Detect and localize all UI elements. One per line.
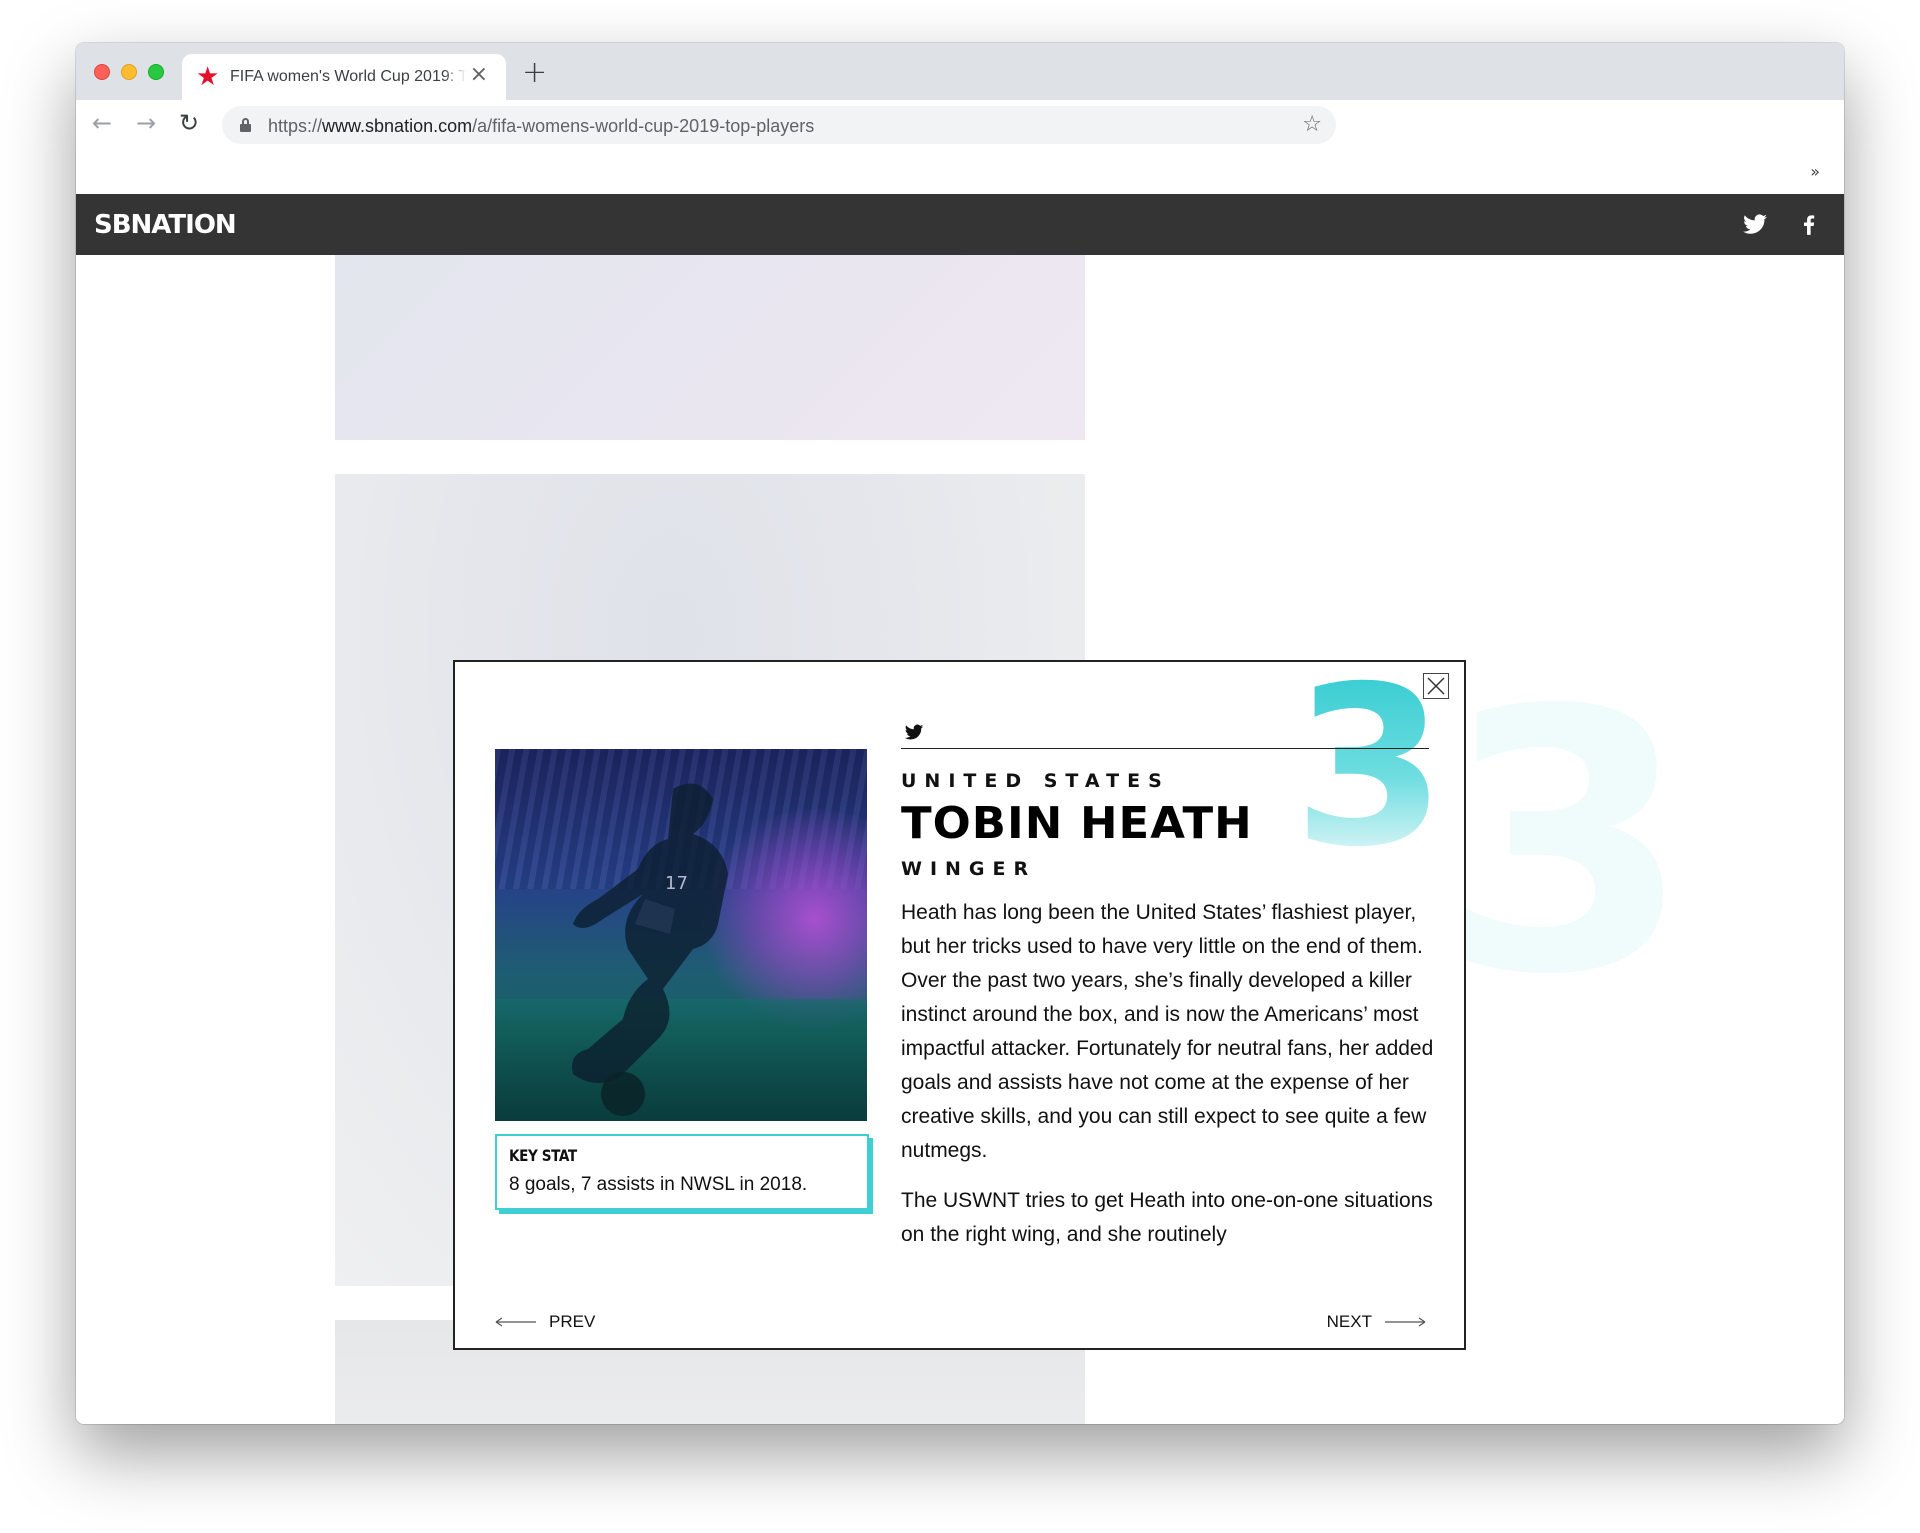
key-stat-box: KEY STAT 8 goals, 7 assists in NWSL in 2…: [495, 1134, 869, 1210]
twitter-share-icon[interactable]: [903, 722, 925, 742]
prev-button[interactable]: PREV: [495, 1310, 595, 1334]
url-path: /a/fifa-womens-world-cup-2019-top-player…: [472, 116, 815, 136]
close-window-button[interactable]: [94, 64, 110, 80]
browser-window: ★ FIFA women's World Cup 2019: The top 2…: [76, 43, 1844, 1424]
next-label: NEXT: [1326, 1312, 1372, 1331]
new-tab-button[interactable]: +: [522, 58, 547, 88]
player-photo: 17: [495, 749, 867, 1121]
zoom-window-button[interactable]: [148, 64, 164, 80]
key-stat-label: KEY STAT: [509, 1146, 577, 1165]
background-player-image: [335, 255, 1085, 440]
lock-icon: [240, 118, 251, 132]
divider: [901, 748, 1429, 749]
player-name: TOBIN HEATH: [901, 798, 1253, 849]
close-modal-button[interactable]: [1423, 673, 1449, 699]
player-country: UNITED STATES: [901, 770, 1170, 792]
url-domain: www.sbnation.com: [322, 116, 473, 136]
bookmarks-bar: »: [76, 152, 1844, 194]
tab-title: FIFA women's World Cup 2019: The top 25 …: [230, 68, 466, 86]
prev-label: PREV: [549, 1312, 596, 1331]
address-bar[interactable]: https://www.sbnation.com/a/fifa-womens-w…: [222, 106, 1336, 144]
next-button[interactable]: NEXT: [1327, 1310, 1426, 1334]
url-scheme: https://: [268, 116, 323, 136]
forward-icon[interactable]: →: [136, 110, 156, 136]
bookmark-star-icon[interactable]: ☆: [1302, 112, 1322, 137]
key-stat-value: 8 goals, 7 assists in NWSL in 2018.: [509, 1174, 808, 1195]
url-text[interactable]: https://www.sbnation.com/a/fifa-womens-w…: [268, 116, 814, 137]
player-silhouette: 17: [572, 783, 728, 1116]
tab-bar: ★ FIFA women's World Cup 2019: The top 2…: [76, 43, 1844, 100]
player-bio[interactable]: Heath has long been the United States’ f…: [901, 896, 1441, 1266]
back-icon[interactable]: ←: [92, 110, 112, 136]
player-modal: 3 17 KEY STAT 8 goals, 7 assists in NWSL…: [453, 639, 1466, 1350]
reload-icon[interactable]: ↻: [179, 110, 199, 136]
arrow-right-icon: [1385, 1317, 1426, 1327]
star-favicon-icon: ★: [196, 62, 220, 92]
bio-paragraph: Heath has long been the United States’ f…: [901, 901, 1434, 1162]
rank-number: 3: [1293, 639, 1446, 895]
bookmarks-overflow-icon[interactable]: »: [1810, 162, 1820, 181]
arrow-left-icon: [495, 1317, 536, 1327]
browser-toolbar: ← → ↻ https://www.sbnation.com/a/fifa-wo…: [76, 100, 1844, 152]
bio-paragraph: The USWNT tries to get Heath into one-on…: [901, 1189, 1433, 1246]
player-position: WINGER: [901, 858, 1037, 880]
site-header: SBNATION: [76, 194, 1844, 255]
close-icon: [1427, 677, 1445, 695]
minimize-window-button[interactable]: [121, 64, 137, 80]
page-content: SBNATION 3 3 17 KEY STAT 8 goals, 7 assi…: [76, 194, 1844, 1424]
background-rank-number: 3: [1441, 634, 1692, 1053]
sbnation-logo[interactable]: SBNATION: [94, 210, 237, 240]
svg-text:17: 17: [665, 873, 688, 894]
twitter-icon[interactable]: [1742, 211, 1768, 237]
browser-tab[interactable]: ★ FIFA women's World Cup 2019: The top 2…: [182, 54, 506, 100]
close-tab-icon[interactable]: ×: [470, 64, 488, 86]
facebook-icon[interactable]: [1796, 211, 1822, 237]
